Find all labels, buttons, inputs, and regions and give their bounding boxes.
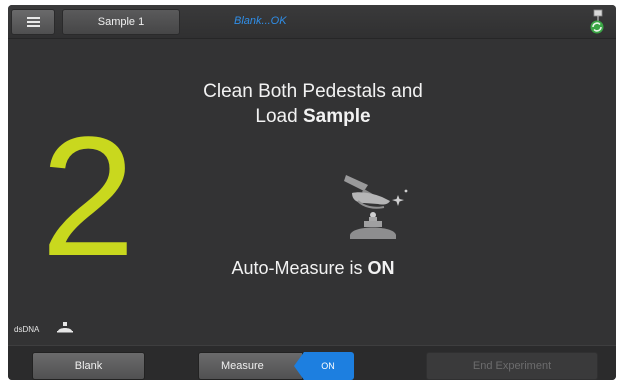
end-experiment-button[interactable]: End Experiment — [426, 352, 598, 380]
svg-text:2: 2 — [41, 125, 136, 265]
top-bar: Sample 1 Blank...OK — [8, 5, 616, 39]
load-sample-pedestal-icon — [344, 175, 408, 239]
step-number: 2 — [41, 125, 136, 265]
hamburger-icon — [26, 17, 40, 27]
instrument-screen: Sample 1 Blank...OK 2 Clean Both Pedesta… — [8, 5, 616, 380]
pedestal-mode-icon — [57, 322, 73, 333]
blank-button[interactable]: Blank — [32, 352, 145, 380]
instruction-text: Clean Both Pedestals and Load Sample — [148, 79, 478, 129]
assay-type-label: dsDNA — [14, 325, 40, 334]
instruction-line-1: Clean Both Pedestals and — [203, 81, 423, 102]
auto-measure-status: Auto-Measure is ON — [231, 258, 395, 278]
auto-measure-toggle[interactable]: ON — [294, 352, 354, 380]
sample-name-tab[interactable]: Sample 1 — [62, 9, 180, 35]
status-device-icon[interactable] — [586, 9, 608, 35]
measure-button[interactable]: Measure — [198, 352, 303, 380]
blank-status: Blank...OK — [234, 15, 287, 27]
bottom-action-bar: Blank Measure ON End Experiment — [8, 345, 616, 380]
menu-button[interactable] — [11, 9, 55, 35]
instruction-line-2: Load Sample — [255, 106, 371, 127]
